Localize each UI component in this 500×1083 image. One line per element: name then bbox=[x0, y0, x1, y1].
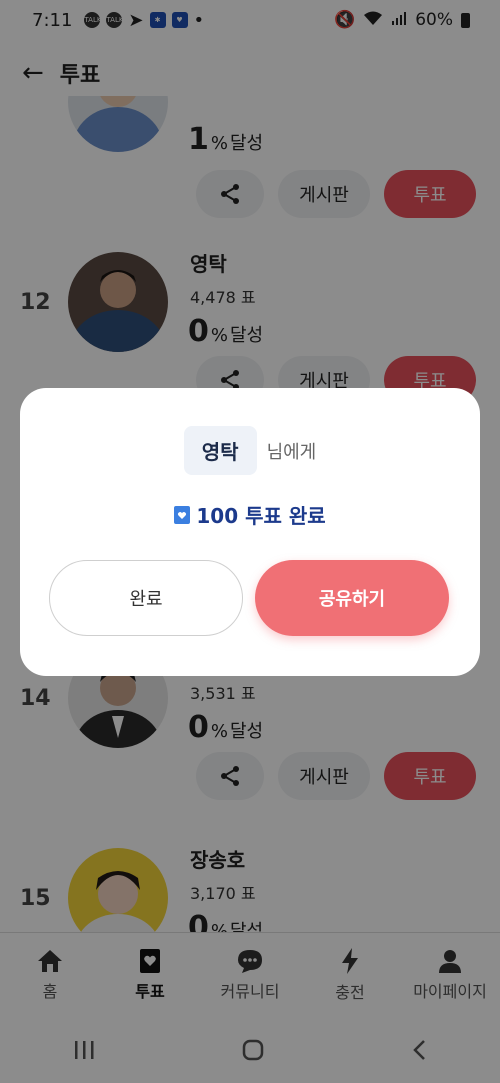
recipient-suffix: 님에게 bbox=[266, 441, 317, 463]
dialog-recipient: 영탁 님에게 bbox=[20, 426, 480, 475]
share-result-button[interactable]: 공유하기 bbox=[255, 560, 449, 636]
dialog-actions: 완료 공유하기 bbox=[49, 560, 449, 636]
vote-card-icon bbox=[174, 505, 191, 524]
vote-complete-dialog: 영탁 님에게 100 투표 완료 완료 공유하기 bbox=[20, 388, 480, 676]
vote-complete-message: 100 투표 완료 bbox=[20, 500, 480, 529]
done-button[interactable]: 완료 bbox=[49, 560, 243, 636]
vote-complete-text: 100 투표 완료 bbox=[196, 504, 326, 528]
recipient-name-chip: 영탁 bbox=[183, 426, 257, 475]
